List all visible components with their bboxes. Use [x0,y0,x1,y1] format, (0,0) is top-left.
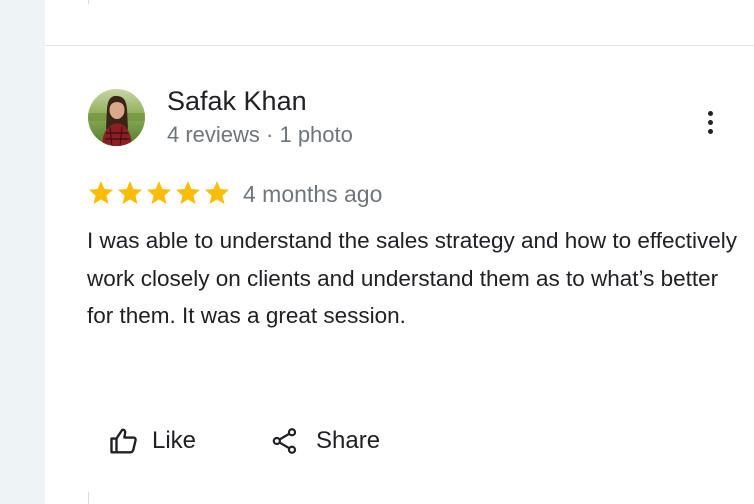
avatar[interactable] [88,89,145,146]
share-button[interactable]: Share [271,421,380,461]
star-icon [88,181,114,204]
more-vert-icon [707,110,713,116]
review-card: Safak Khan 4 reviews · 1 photo 4 months … [45,46,754,504]
star-icon [204,181,230,204]
like-button[interactable]: Like [109,421,196,461]
star-icon [146,181,172,204]
more-options-button[interactable] [695,104,725,140]
author-name[interactable]: Safak Khan [167,86,307,117]
like-label: Like [152,427,197,454]
share-icon [272,428,297,454]
scroll-edge-tick [88,0,89,4]
author-review-count[interactable]: 4 reviews · 1 photo [167,122,353,148]
share-label: Share [316,427,381,454]
star-rating [87,179,231,207]
previous-review-bottom [45,0,754,45]
review-timestamp: 4 months ago [243,181,383,207]
more-vert-icon-dot [707,119,713,125]
review-text: I was able to understand the sales strat… [87,228,737,328]
avatar-photo [88,89,145,146]
star-icon [175,181,201,204]
star-icon [117,181,143,204]
more-vert-icon-dot [707,128,713,134]
side-panel-strip [0,0,45,504]
scroll-edge-tick [88,492,89,504]
thumb-up-icon [110,428,137,454]
